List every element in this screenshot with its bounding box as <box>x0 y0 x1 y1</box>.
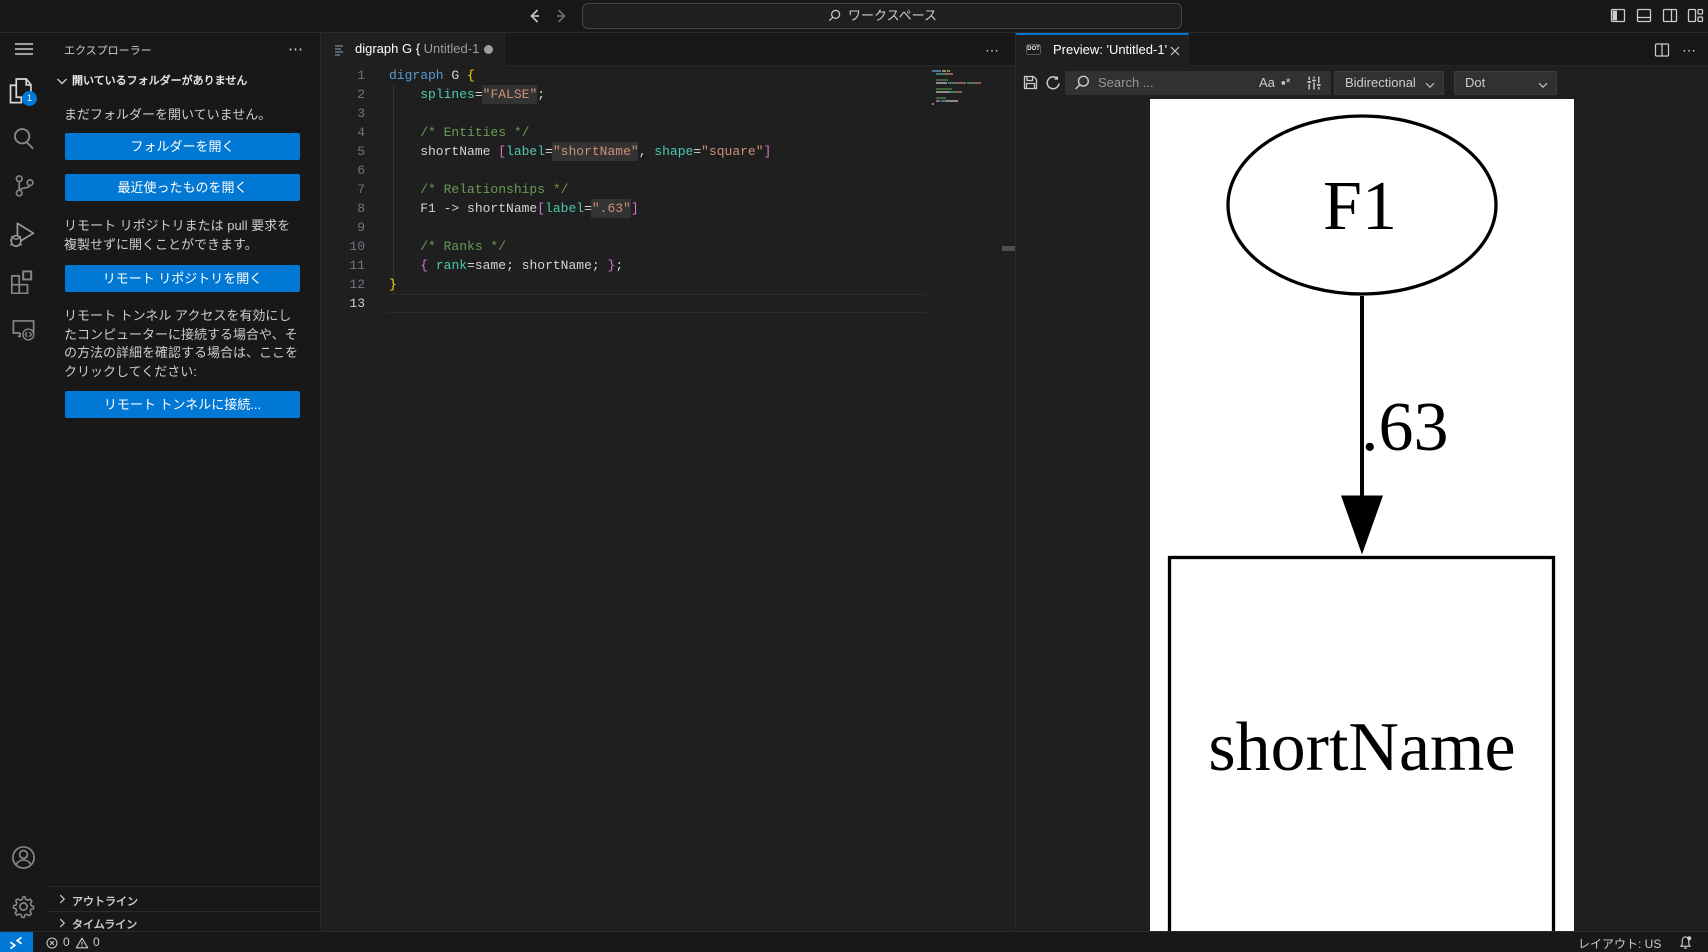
svg-text:F1: F1 <box>1323 168 1397 245</box>
svg-text:.63: .63 <box>1361 389 1449 466</box>
svg-text:shortName: shortName <box>1208 709 1515 786</box>
